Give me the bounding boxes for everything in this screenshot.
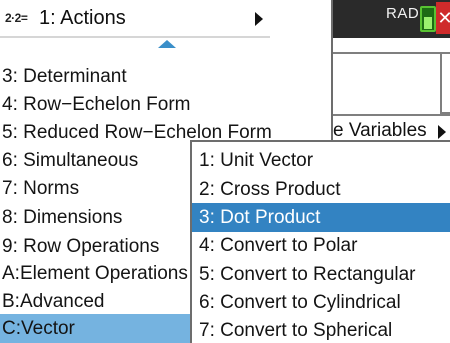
vector-submenu: 1: Unit Vector 2: Cross Product 3: Dot P… — [190, 140, 450, 343]
triangle-right-icon — [255, 12, 263, 26]
menu-item-determinant[interactable]: 3: Determinant — [0, 62, 331, 92]
battery-icon — [420, 6, 436, 32]
submenu-item-cross-product[interactable]: 2: Cross Product — [192, 175, 450, 204]
calculator-page-icon: 2·2= — [5, 11, 28, 25]
submenu-item-convert-to-spherical[interactable]: 7: Convert to Spherical — [192, 316, 450, 343]
menu-title: 1: Actions — [39, 7, 126, 29]
submenu-item-convert-to-cylindrical[interactable]: 6: Convert to Cylindrical — [192, 288, 450, 317]
submenu-item-convert-to-rectangular[interactable]: 5: Convert to Rectangular — [192, 260, 450, 289]
submenu-item-dot-product[interactable]: 3: Dot Product — [192, 203, 450, 232]
document-cell — [440, 52, 450, 114]
angle-mode-indicator: RAD — [386, 5, 420, 22]
menu-item-row-echelon-form[interactable]: 4: Row−Echelon Form — [0, 90, 331, 120]
menu-title-bar[interactable]: 2·2= 1: Actions — [0, 0, 270, 38]
close-icon[interactable]: ✕ — [436, 2, 450, 34]
triangle-right-icon — [438, 125, 446, 139]
triangle-up-icon[interactable] — [158, 40, 176, 48]
submenu-item-unit-vector[interactable]: 1: Unit Vector — [192, 146, 450, 175]
submenu-item-convert-to-polar[interactable]: 4: Convert to Polar — [192, 231, 450, 260]
background-menu-variables: e Variables — [333, 120, 427, 141]
